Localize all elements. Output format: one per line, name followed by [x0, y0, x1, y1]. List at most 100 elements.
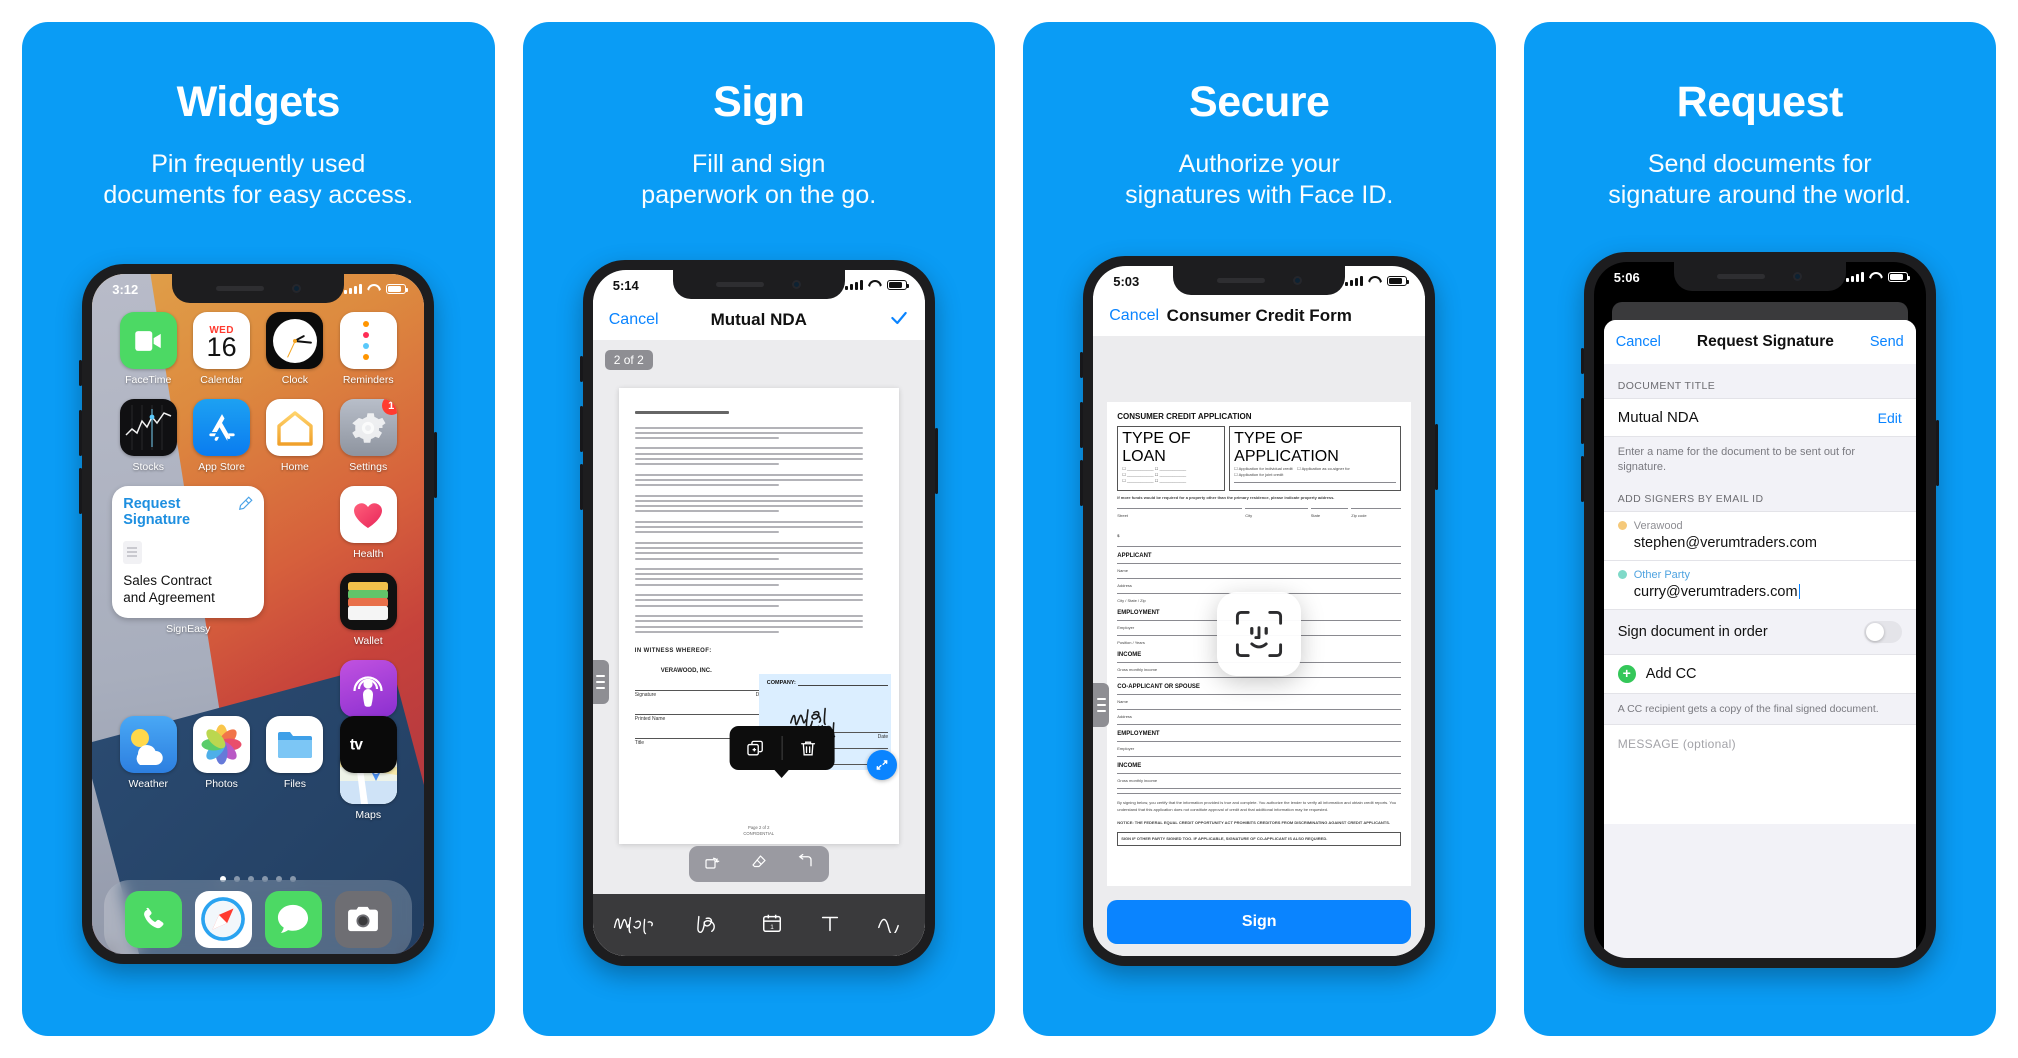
date-icon[interactable]: 1 — [761, 912, 783, 939]
signer-name: Other Party — [1633, 568, 1690, 581]
form-section-employment-2: EMPLOYMENT — [1117, 731, 1160, 737]
signer-row-2[interactable]: Other Party curry@verumtraders.com — [1603, 559, 1916, 609]
signer-row-1[interactable]: Verawood stephen@verumtraders.com — [1603, 510, 1916, 560]
wifi-icon — [868, 280, 882, 290]
cancel-button[interactable]: Cancel — [1616, 334, 1661, 350]
camera-icon[interactable] — [334, 890, 392, 948]
signer-email[interactable]: curry@verumtraders.com — [1634, 584, 1902, 600]
context-menu[interactable] — [729, 726, 835, 770]
settings-badge: 1 — [381, 399, 397, 415]
app-icon-clock[interactable]: Clock — [259, 312, 331, 386]
company-right-label: COMPANY: — [766, 680, 796, 686]
panel-title: Request — [1676, 78, 1844, 126]
undo-icon[interactable] — [796, 853, 814, 876]
rotate-icon[interactable] — [703, 853, 721, 876]
duplicate-icon[interactable] — [729, 739, 781, 758]
send-button[interactable]: Send — [1870, 334, 1904, 350]
app-icon-facetime[interactable]: FaceTime — [112, 312, 184, 386]
signature-tools-toolbar[interactable]: 1 — [592, 894, 925, 956]
navigation-bar: Cancel Mutual NDA — [592, 300, 925, 340]
panel-title: Widgets — [176, 78, 341, 126]
battery-icon — [1887, 272, 1910, 282]
resize-handle[interactable] — [866, 750, 897, 780]
document-area[interactable]: 2 of 2 IN WITNESS WHEREOF: VERAWOOD, INC… — [592, 340, 925, 956]
signer-email[interactable]: stephen@verumtraders.com — [1634, 535, 1902, 551]
trash-icon[interactable] — [782, 739, 834, 758]
add-cc-row[interactable]: + Add CC — [1603, 654, 1916, 694]
sign-in-order-toggle[interactable] — [1863, 620, 1902, 643]
phone-mockup-home: 3:12 FaceTime WED 16 Calendar Clock Remi… — [79, 264, 438, 964]
messages-icon[interactable] — [264, 890, 322, 948]
draw-icon[interactable] — [877, 913, 907, 938]
tv-icon: tv — [339, 716, 397, 773]
request-signature-modal: Cancel Request Signature Send DOCUMENT T… — [1603, 320, 1916, 958]
photos-icon — [193, 716, 251, 773]
app-icon-app-store[interactable]: App Store — [186, 399, 258, 473]
app-icon-reminders[interactable]: Reminders — [332, 312, 404, 386]
app-icon-settings[interactable]: 1 Settings — [332, 399, 404, 473]
calendar-icon: WED 16 — [193, 312, 251, 369]
cellular-signal-icon — [344, 284, 363, 294]
initials-icon[interactable] — [693, 911, 725, 940]
notch — [1173, 266, 1346, 295]
doc-heading — [634, 411, 729, 414]
drag-handle[interactable] — [1093, 683, 1110, 728]
clock-icon — [266, 312, 324, 369]
status-time: 5:14 — [612, 277, 639, 293]
calendar-day: 16 — [206, 331, 237, 362]
app-icon-photos[interactable]: Photos — [186, 716, 258, 790]
app-label: Health — [353, 548, 384, 560]
facetime-icon — [119, 312, 177, 369]
signature-full-icon[interactable] — [611, 911, 657, 940]
text-icon[interactable] — [819, 912, 841, 939]
sign-in-order-row[interactable]: Sign document in order — [1603, 608, 1916, 655]
panel-subtitle: Fill and sign paperwork on the go. — [641, 149, 876, 212]
phone-screen: 3:12 FaceTime WED 16 Calendar Clock Remi… — [92, 274, 425, 954]
app-label: FaceTime — [125, 374, 172, 386]
panel-sign: Sign Fill and sign paperwork on the go. … — [522, 22, 995, 1036]
sign-button[interactable]: Sign — [1107, 900, 1412, 944]
panel-subtitle-line2: paperwork on the go. — [641, 181, 877, 210]
document-page[interactable]: IN WITNESS WHEREOF: VERAWOOD, INC. Signa… — [618, 388, 899, 844]
cancel-button[interactable]: Cancel — [609, 311, 659, 329]
signer-name-row: Verawood — [1617, 520, 1902, 532]
message-field[interactable]: MESSAGE (optional) — [1603, 723, 1916, 824]
app-icon-weather[interactable]: Weather — [112, 716, 184, 790]
app-row-2: Stocks App Store Home 1 Settings — [112, 399, 404, 473]
signer-email-value: stephen@verumtraders.com — [1633, 534, 1817, 551]
battery-icon — [886, 280, 909, 290]
app-label: Files — [283, 778, 306, 790]
widget-title-line2: Signature — [123, 512, 191, 529]
widget-request-signature[interactable]: Request Signature Sales Contract and Agr… — [112, 486, 265, 635]
form-section-applicant: APPLICANT — [1117, 553, 1152, 559]
edit-button[interactable]: Edit — [1878, 410, 1902, 426]
eraser-icon[interactable] — [750, 853, 768, 876]
app-label: Reminders — [342, 374, 394, 386]
document-area[interactable]: CONSUMER CREDIT APPLICATION TYPE OF LOAN… — [1093, 336, 1426, 956]
document-title-hint: Enter a name for the document to be sent… — [1617, 446, 1856, 473]
modal-nav-bar: Cancel Request Signature Send — [1603, 320, 1916, 364]
phone-icon[interactable] — [124, 890, 182, 948]
panel-title: Secure — [1189, 78, 1330, 126]
widget-app-label: SignEasy — [166, 622, 211, 635]
section-header-document-title: DOCUMENT TITLE — [1617, 380, 1716, 392]
app-icon-files[interactable]: Files — [259, 716, 331, 790]
cancel-button[interactable]: Cancel — [1109, 307, 1159, 325]
panel-subtitle-line1: Send documents for — [1647, 150, 1872, 178]
app-icon-stocks[interactable]: Stocks — [112, 399, 184, 473]
settings-icon: 1 — [339, 399, 397, 456]
app-icon-wallet[interactable]: Wallet — [332, 573, 404, 647]
app-icon-home[interactable]: Home — [259, 399, 331, 473]
app-icon-calendar[interactable]: WED 16 Calendar — [186, 312, 258, 386]
drag-handle[interactable] — [592, 660, 609, 705]
edit-toolbar[interactable] — [688, 846, 829, 882]
battery-icon — [386, 284, 409, 294]
app-store-screenshot-gallery: Widgets Pin frequently used documents fo… — [0, 0, 2018, 1058]
panel-request: Request Send documents for signature aro… — [1523, 22, 1996, 1036]
checkmark-icon[interactable] — [889, 308, 909, 333]
reminders-icon — [339, 312, 397, 369]
safari-icon[interactable] — [194, 890, 252, 948]
document-title-cell[interactable]: Mutual NDA Edit — [1603, 398, 1916, 437]
phone-mockup-secure: 5:03 Cancel Consumer Credit Form CONSUME… — [1080, 256, 1439, 966]
app-icon-health[interactable]: Health — [332, 486, 404, 560]
